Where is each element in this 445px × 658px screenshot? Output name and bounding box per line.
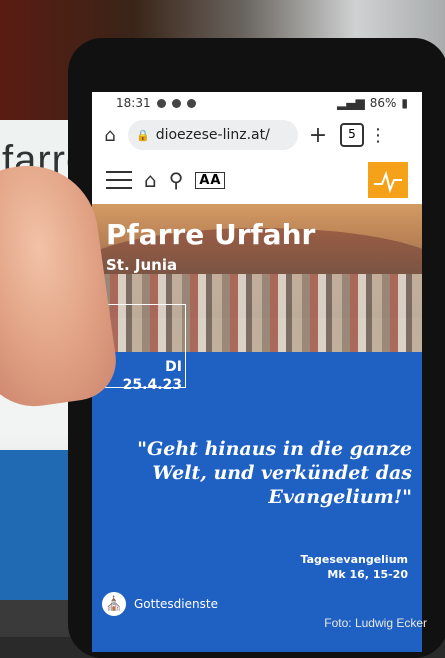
date-label: DI 25.4.23 xyxy=(106,358,182,394)
date-day: DI xyxy=(165,359,182,375)
notification-icon xyxy=(186,98,196,108)
site-logo[interactable] xyxy=(368,162,408,198)
search-icon[interactable]: ⚲ xyxy=(169,168,184,192)
battery-level: 86% xyxy=(369,96,397,110)
gospel-source: Tagesevangelium Mk 16, 15-20 xyxy=(301,552,408,582)
url-field[interactable]: 🔒 dioezese-linz.at/ xyxy=(128,120,298,150)
date-value: 25.4.23 xyxy=(122,377,182,393)
gospel-quote: "Geht hinaus in die ganze Welt, und verk… xyxy=(137,438,412,508)
status-right: ▂▄▆ 86% ▮ xyxy=(337,96,408,110)
gottesdienste-label: Gottesdienste xyxy=(134,597,218,611)
phone-screen: 18:31 ▂▄▆ 86% ▮ ⌂ 🔒 dioezese-linz.at/ + … xyxy=(92,92,422,652)
source-line-2: Mk 16, 15-20 xyxy=(327,568,408,581)
browser-toolbar: ⌂ 🔒 dioezese-linz.at/ + 5 ⋮ xyxy=(92,116,422,154)
hero-title: Pfarre Urfahr xyxy=(106,218,316,251)
status-left: 18:31 xyxy=(116,96,196,110)
status-time: 18:31 xyxy=(116,96,151,110)
home-icon[interactable]: ⌂ xyxy=(144,168,157,192)
browser-menu-icon[interactable]: ⋮ xyxy=(364,125,392,146)
lock-icon: 🔒 xyxy=(136,128,150,142)
battery-icon: ▮ xyxy=(401,96,408,110)
gottesdienste-link[interactable]: ⛪ Gottesdienste xyxy=(102,592,218,616)
home-icon[interactable]: ⌂ xyxy=(92,125,128,146)
source-line-1: Tagesevangelium xyxy=(300,553,408,566)
status-bar: 18:31 ▂▄▆ 86% ▮ xyxy=(92,92,422,114)
tab-count-button[interactable]: 5 xyxy=(340,123,364,147)
hamburger-menu-icon[interactable] xyxy=(106,171,132,189)
site-navbar: ⌂ ⚲ AA xyxy=(92,158,422,202)
church-icon: ⛪ xyxy=(102,592,126,616)
notification-icon xyxy=(156,98,166,108)
url-text: dioezese-linz.at/ xyxy=(155,127,270,143)
new-tab-button[interactable]: + xyxy=(298,123,338,148)
hero-subtitle: St. Junia xyxy=(106,256,178,274)
background-blue-panel xyxy=(0,450,70,610)
notification-icon xyxy=(171,98,181,108)
signal-icon: ▂▄▆ xyxy=(337,96,365,110)
photo-credit: Foto: Ludwig Ecker xyxy=(324,616,427,630)
font-size-button[interactable]: AA xyxy=(195,171,226,189)
